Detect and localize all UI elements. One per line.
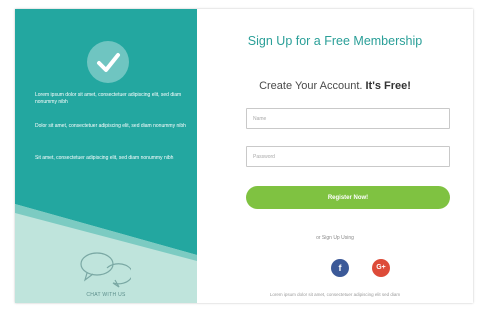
google-plus-icon[interactable]: G+ [372,259,390,277]
social-signup-label: or Sign Up Using [316,235,354,241]
form-subtitle: Create Your Account. It's Free! [197,80,473,92]
info-panel: Lorem ipsum dolor sit amet, consectetuer… [15,9,197,303]
register-button[interactable]: Register Now! [246,186,450,209]
signup-card: Lorem ipsum dolor sit amet, consectetuer… [15,9,473,303]
page-title: Sign Up for a Free Membership [247,34,423,48]
signup-form-panel: Sign Up for a Free Membership Create You… [197,9,473,303]
chat-bubbles-icon[interactable] [77,249,131,289]
facebook-icon[interactable]: f [331,259,349,277]
footer-text: Lorem ipsum dolor sit amet, consectetuer… [269,292,401,297]
info-paragraph-1: Lorem ipsum dolor sit amet, consectetuer… [35,92,182,105]
info-paragraph-3: Sit amet, consectetuer adipiscing elit, … [35,155,174,161]
subtitle-emphasis: It's Free! [365,80,411,92]
chat-with-us-link[interactable]: CHAT WITH US [15,292,197,298]
check-icon [87,41,129,83]
password-field[interactable] [246,146,450,167]
subtitle-text: Create Your Account. [259,80,366,92]
name-field[interactable] [246,108,450,129]
info-paragraph-2: Dolor sit amet, consectetuer adipiscing … [35,123,186,129]
